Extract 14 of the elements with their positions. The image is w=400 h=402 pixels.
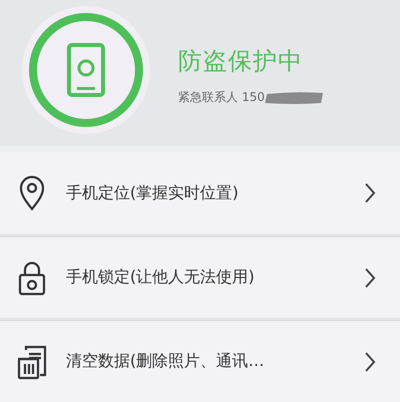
redaction-mark <box>264 90 325 104</box>
menu-item[interactable]: 手机定位(掌握实时位置) <box>0 152 400 234</box>
menu-label: 手机锁定(让他人无法使用) <box>66 267 256 288</box>
chevron-right-icon <box>364 350 376 372</box>
menu-item[interactable]: 清空数据(删除照片、通讯… <box>0 320 400 402</box>
menu-label: 手机定位(掌握实时位置) <box>66 182 240 204</box>
padlock-icon <box>16 260 48 296</box>
chevron-right-icon <box>364 182 376 204</box>
trash-icon <box>16 344 48 380</box>
menu-item[interactable]: 手机锁定(让他人无法使用) <box>0 236 400 318</box>
emergency-contact: 紧急联系人 150 <box>178 89 265 106</box>
menu-label: 清空数据(删除照片、通讯… <box>66 351 266 372</box>
chevron-right-icon <box>364 266 376 288</box>
protection-status: 防盗保护中 <box>178 46 304 77</box>
